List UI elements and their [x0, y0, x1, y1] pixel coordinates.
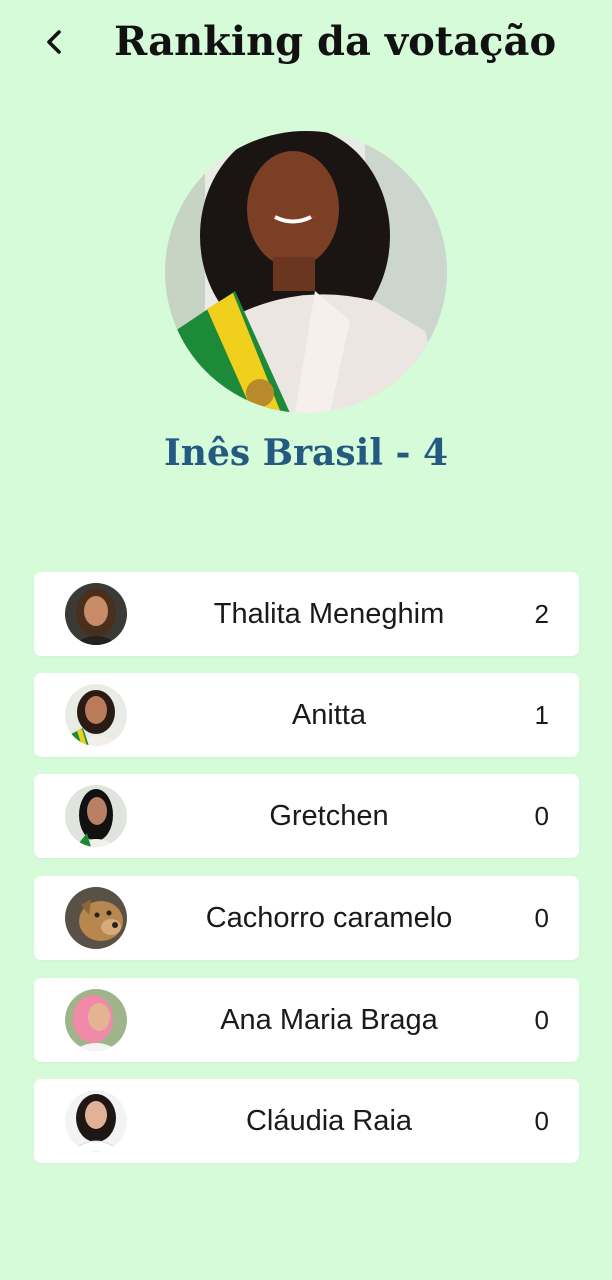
back-button[interactable]: [34, 22, 74, 62]
rank-name: Anitta: [291, 699, 367, 731]
list-item[interactable]: Cachorro caramelo 0: [34, 876, 579, 960]
rank-name: Gretchen: [269, 800, 389, 832]
app-header: Ranking da votação: [0, 0, 612, 84]
winner-avatar: [165, 131, 447, 413]
avatar: [65, 785, 127, 847]
chevron-left-icon: [47, 30, 61, 54]
vote-count: 0: [534, 801, 549, 831]
avatar: [65, 583, 127, 645]
vote-count: 2: [534, 599, 549, 629]
page-title: Ranking da votação: [114, 18, 557, 65]
avatar: [65, 887, 127, 949]
avatar: [65, 684, 127, 746]
avatar: [65, 1090, 127, 1152]
vote-count: 1: [534, 700, 549, 730]
vote-count: 0: [534, 903, 549, 933]
list-item[interactable]: Thalita Meneghim 2: [34, 572, 579, 656]
rank-name: Thalita Meneghim: [213, 598, 445, 630]
vote-count: 0: [534, 1005, 549, 1035]
rank-name: Ana Maria Braga: [220, 1004, 438, 1036]
list-item[interactable]: Gretchen 0: [34, 774, 579, 858]
rank-name: Cláudia Raia: [245, 1105, 413, 1137]
vote-count: 0: [534, 1106, 549, 1136]
list-item[interactable]: Anitta 1: [34, 673, 579, 757]
avatar: [65, 989, 127, 1051]
list-item[interactable]: Cláudia Raia 0: [34, 1079, 579, 1163]
winner-name: Inês Brasil - 4: [163, 432, 449, 474]
list-item[interactable]: Ana Maria Braga 0: [34, 978, 579, 1062]
rank-name: Cachorro caramelo: [205, 902, 453, 934]
